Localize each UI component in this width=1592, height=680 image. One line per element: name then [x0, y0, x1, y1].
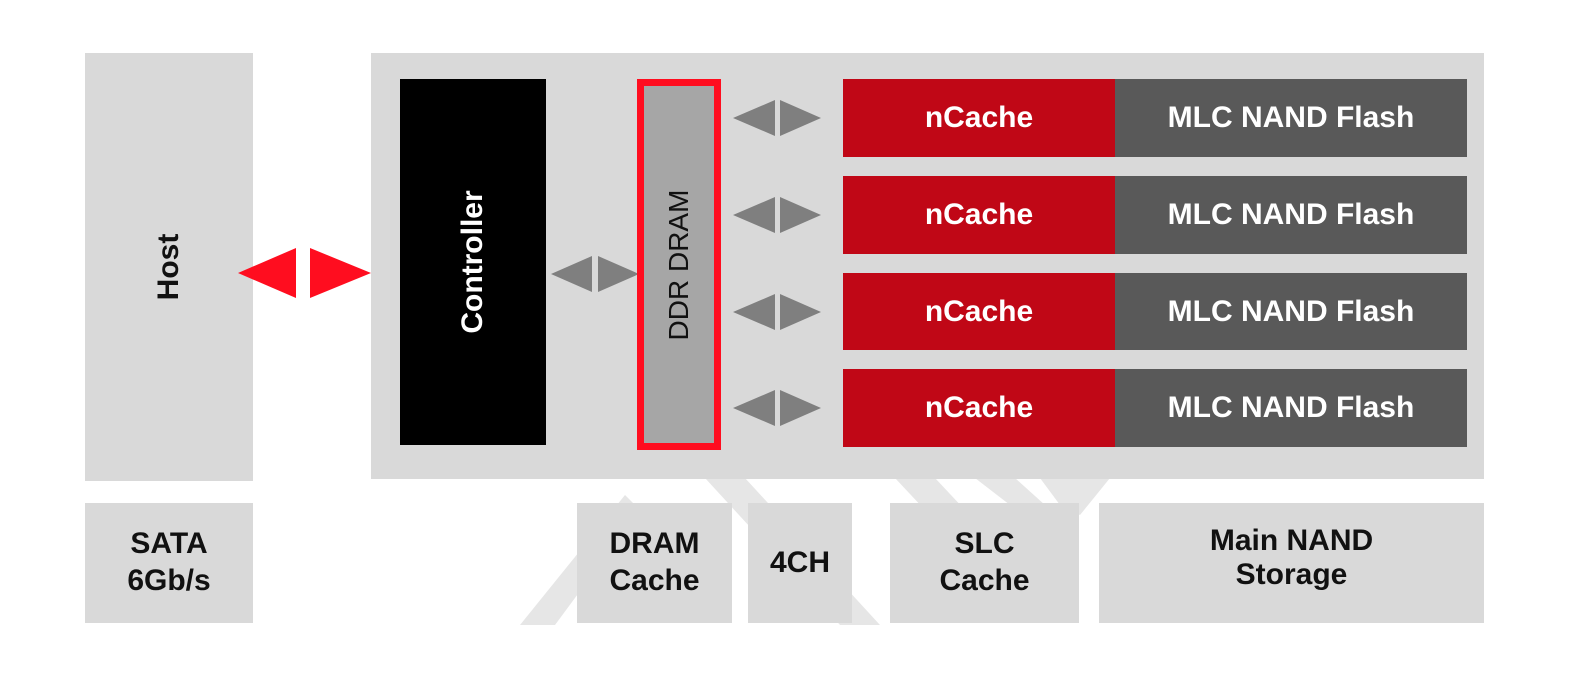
controller-block: Controller: [400, 79, 546, 445]
channel-count-label: 4CH: [748, 503, 852, 623]
sata-interface-label: SATA 6Gb/s: [85, 503, 253, 623]
arrow-left-icon: [733, 197, 775, 233]
flash-block: MLC NAND Flash: [1115, 176, 1467, 254]
arrow-left-icon: [551, 256, 592, 292]
ncache-block: nCache: [843, 176, 1115, 254]
dram-cache-label: DRAM Cache: [577, 503, 732, 623]
flash-block: MLC NAND Flash: [1115, 369, 1467, 447]
flash-block: MLC NAND Flash: [1115, 273, 1467, 350]
arrow-right-icon: [780, 390, 821, 426]
dram-label: DDR DRAM: [663, 189, 694, 340]
arrow-left-icon: [733, 100, 775, 136]
controller-dram-arrows: [551, 256, 639, 292]
main-nand-storage-label: Main NAND Storage: [1099, 503, 1484, 623]
arrow-right-icon: [598, 256, 639, 292]
arrow-right-icon: [780, 294, 821, 330]
host-link-arrows: [238, 248, 371, 298]
host-block: Host: [85, 53, 253, 481]
channel-arrows: [733, 294, 821, 330]
controller-label: Controller: [456, 190, 489, 334]
arrow-left-icon: [733, 294, 775, 330]
channel-arrows: [733, 100, 821, 136]
ncache-block: nCache: [843, 369, 1115, 447]
arrow-left-icon: [733, 390, 775, 426]
ncache-block: nCache: [843, 273, 1115, 350]
slc-cache-label: SLC Cache: [890, 503, 1079, 623]
host-label: Host: [152, 233, 185, 301]
flash-block: MLC NAND Flash: [1115, 79, 1467, 157]
dram-block: DDR DRAM: [637, 79, 721, 450]
arrow-left-icon: [238, 248, 296, 298]
channel-arrows: [733, 390, 821, 426]
ncache-block: nCache: [843, 79, 1115, 157]
connector-slc-mid: [975, 478, 1045, 505]
arrow-right-icon: [780, 100, 821, 136]
channel-arrows: [733, 197, 821, 233]
arrow-right-icon: [780, 197, 821, 233]
arrow-right-icon: [310, 248, 371, 298]
